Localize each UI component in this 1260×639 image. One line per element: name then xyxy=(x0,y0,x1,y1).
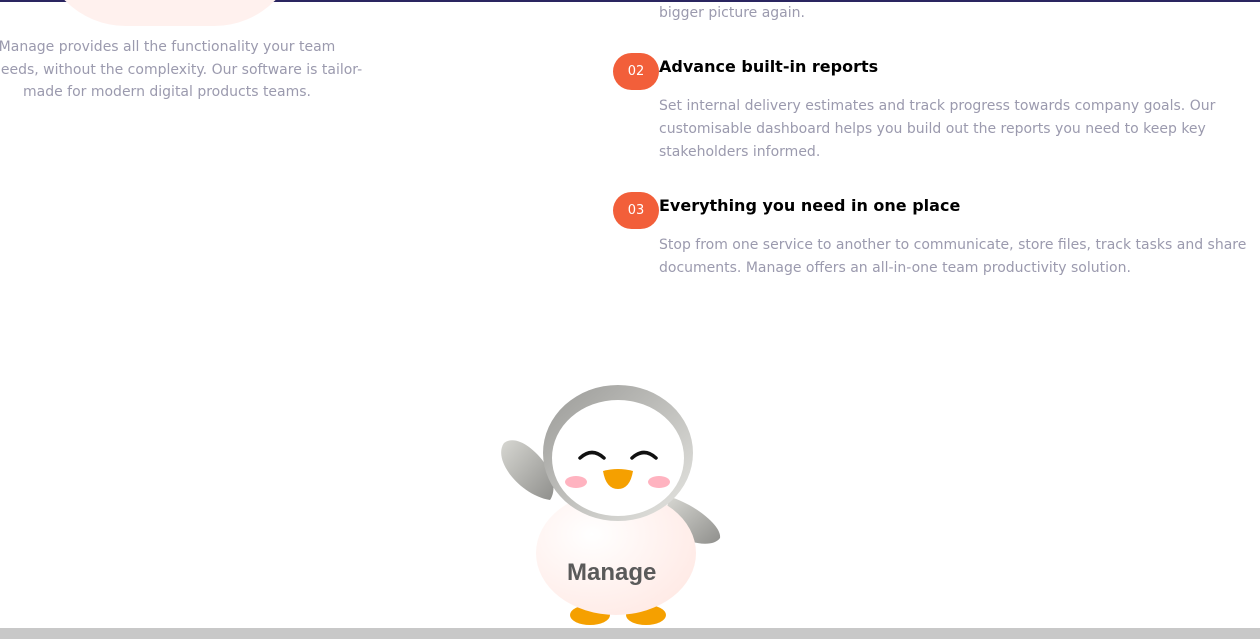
penguin-mascot-widget[interactable]: Manage xyxy=(500,385,730,630)
intro-line: Manage provides all the functionality yo… xyxy=(0,39,336,55)
mascot-label: Manage xyxy=(567,559,657,586)
feature-title: Advance built-in reports xyxy=(659,57,879,76)
feature-description: Stop from one service to another to comm… xyxy=(659,234,1247,280)
feature-description-line: Set internal delivery estimates and trac… xyxy=(659,98,1216,114)
feature-description-line: stakeholders informed. xyxy=(659,143,821,160)
feature-description: Set internal delivery estimates and trac… xyxy=(659,95,1229,163)
intro-paragraph: Manage provides all the functionality yo… xyxy=(0,36,363,104)
feature-description-line: documents. Manage offers an all-in-one t… xyxy=(659,259,1131,276)
feature-number-badge: 02 xyxy=(613,53,659,90)
feature-01-desc-tail: bigger picture again. xyxy=(659,5,805,21)
feature-title: Everything you need in one place xyxy=(659,196,961,215)
feature-description-line: Stop from one service to another to comm… xyxy=(659,237,1247,253)
intro-line: made for modern digital products teams. xyxy=(22,84,312,100)
feature-description-line: customisable dashboard helps you build o… xyxy=(659,120,1206,137)
penguin-mascot-icon xyxy=(501,385,721,625)
intro-line: needs, without the complexity. Our softw… xyxy=(0,61,363,78)
feature-number-badge: 03 xyxy=(613,192,659,229)
bottom-scroll-bar[interactable] xyxy=(0,628,1260,639)
hero-illustration-blob xyxy=(40,0,300,26)
